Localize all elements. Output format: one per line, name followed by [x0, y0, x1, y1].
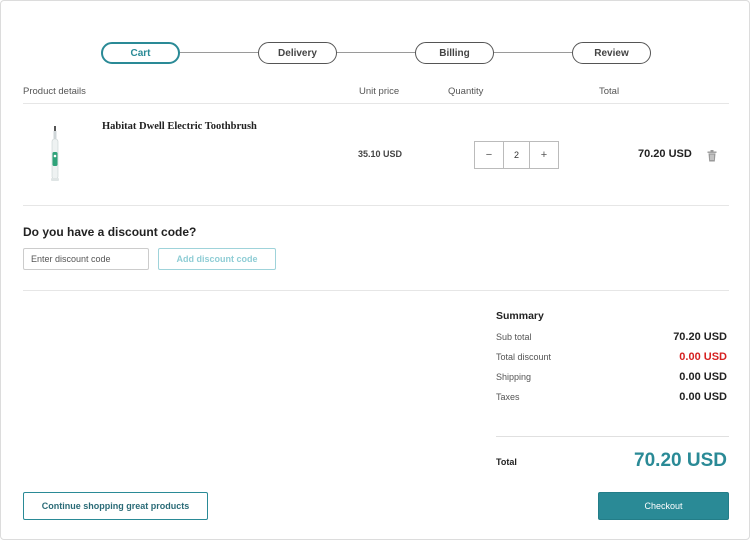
column-header-unit-price: Unit price	[359, 86, 400, 97]
step-review[interactable]: Review	[572, 42, 651, 64]
column-header-total: Total	[599, 86, 620, 97]
summary-value-subtotal: 70.20 USD	[673, 331, 727, 343]
line-total: 70.20 USD	[638, 148, 692, 160]
grand-total-label: Total	[496, 457, 517, 467]
step-delivery[interactable]: Delivery	[258, 42, 337, 64]
quantity-value[interactable]: 2	[503, 142, 530, 168]
step-label: Billing	[439, 47, 470, 59]
column-header-quantity: Quantity	[448, 86, 484, 97]
summary-label-discount: Total discount	[496, 352, 552, 362]
summary-label-shipping: Shipping	[496, 372, 532, 382]
grand-total-value: 70.20 USD	[634, 450, 727, 471]
step-label: Review	[594, 47, 629, 59]
summary-label-subtotal: Sub total	[496, 332, 532, 342]
step-billing[interactable]: Billing	[415, 42, 494, 64]
quantity-stepper: − 2 +	[474, 141, 559, 169]
discount-heading: Do you have a discount code?	[23, 225, 197, 239]
decrement-button[interactable]: −	[475, 142, 503, 168]
summary-label-taxes: Taxes	[496, 392, 520, 402]
step-label: Cart	[130, 47, 151, 59]
column-header-product: Product details	[23, 86, 86, 97]
discount-divider	[23, 290, 729, 291]
checkout-button[interactable]: Checkout	[598, 492, 729, 520]
toothbrush-image	[45, 126, 65, 182]
summary-value-discount: 0.00 USD	[679, 351, 727, 363]
discount-code-input[interactable]	[23, 248, 149, 270]
cart-page: Cart Delivery Billing Review Product det…	[0, 0, 750, 540]
product-name[interactable]: Habitat Dwell Electric Toothbrush	[102, 121, 257, 132]
product-divider	[23, 205, 729, 206]
unit-price: 35.10 USD	[358, 149, 403, 159]
increment-button[interactable]: +	[530, 142, 558, 168]
summary-value-shipping: 0.00 USD	[679, 371, 727, 383]
step-label: Delivery	[278, 47, 317, 59]
header-divider	[23, 103, 729, 104]
add-discount-button[interactable]: Add discount code	[158, 248, 276, 270]
stepper-connector-line	[141, 52, 611, 53]
summary-value-taxes: 0.00 USD	[679, 391, 727, 403]
summary-divider	[496, 436, 729, 437]
summary-title: Summary	[496, 310, 544, 322]
step-cart[interactable]: Cart	[101, 42, 180, 64]
continue-shopping-button[interactable]: Continue shopping great products	[23, 492, 208, 520]
trash-icon[interactable]	[707, 149, 717, 162]
